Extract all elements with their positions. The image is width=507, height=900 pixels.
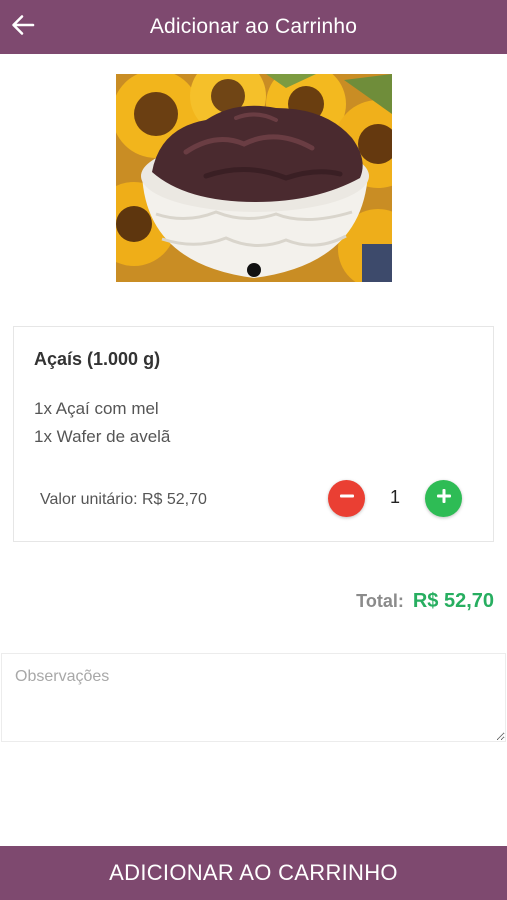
unit-price: Valor unitário: R$ 52,70 [40, 491, 207, 508]
product-image[interactable] [116, 74, 392, 282]
carousel-dot-active[interactable] [247, 263, 261, 277]
total-row: Total: R$ 52,70 [356, 590, 494, 618]
arrow-left-icon [11, 14, 35, 41]
item-addon: 1x Açaí com mel [34, 399, 159, 418]
decrease-quantity-button[interactable] [328, 480, 365, 517]
add-to-cart-button[interactable]: ADICIONAR AO CARRINHO [0, 846, 507, 900]
back-button[interactable] [6, 9, 40, 45]
plus-icon [436, 488, 452, 509]
minus-icon [339, 488, 355, 509]
total-value: R$ 52,70 [412, 590, 494, 612]
app-header: Adicionar ao Carrinho [0, 0, 507, 54]
quantity-value: 1 [389, 487, 400, 507]
total-label: Total: [356, 591, 404, 611]
item-name: Açaís (1.000 g) [34, 349, 161, 369]
cart-item-card: Açaís (1.000 g) 1x Açaí com mel 1x Wafer… [13, 326, 494, 542]
increase-quantity-button[interactable] [425, 480, 462, 517]
item-addon: 1x Wafer de avelã [34, 427, 171, 446]
notes-field[interactable] [1, 653, 506, 742]
page-title: Adicionar ao Carrinho [149, 15, 358, 38]
